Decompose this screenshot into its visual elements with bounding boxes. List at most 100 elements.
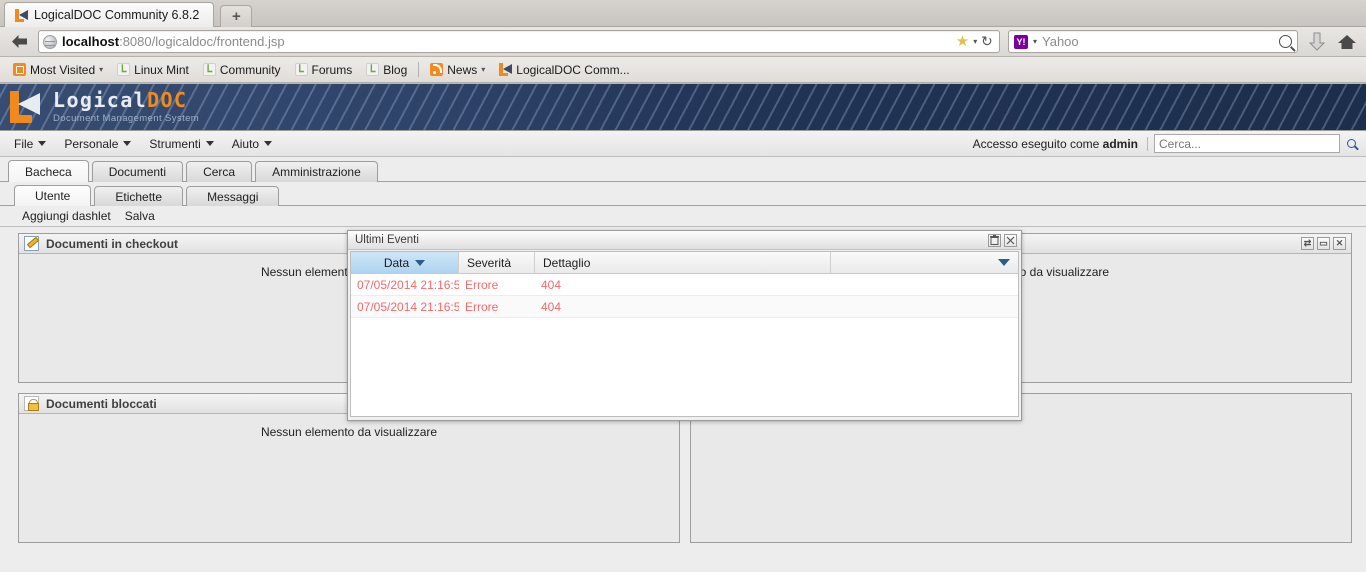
- table-row[interactable]: 07/05/2014 21:16:57 Errore 404: [351, 274, 1018, 296]
- bookmark-community[interactable]: Community: [196, 61, 288, 79]
- menu-strumenti[interactable]: Strumenti: [141, 134, 221, 154]
- tab-label: Documenti: [108, 165, 167, 179]
- address-bar[interactable]: localhost:8080/logicaldoc/frontend.jsp ★…: [38, 30, 1000, 53]
- tab-label: Cerca: [203, 165, 236, 179]
- menu-aiuto[interactable]: Aiuto: [224, 134, 280, 154]
- tab-etichette[interactable]: Etichette: [94, 186, 184, 206]
- close-glyph: [1006, 236, 1015, 244]
- chevron-down-icon: [205, 141, 214, 146]
- search-engine-chevron-icon[interactable]: ▾: [1033, 37, 1037, 46]
- browser-chrome: LogicalDOC Community 6.8.2 + localhost:8…: [0, 0, 1366, 83]
- tab-label: Etichette: [115, 189, 163, 204]
- close-icon[interactable]: ✕: [1333, 237, 1346, 250]
- table-row[interactable]: 07/05/2014 21:16:57 Errore 404: [351, 296, 1018, 318]
- bookmarks-bar: Most Visited ▾ Linux Mint Community Foru…: [0, 57, 1366, 83]
- bookmark-label: News: [447, 62, 478, 77]
- tab-cerca[interactable]: Cerca: [186, 161, 253, 182]
- tab-messaggi[interactable]: Messaggi: [186, 186, 280, 206]
- menu-label: File: [14, 136, 34, 151]
- browser-navbar: localhost:8080/logicaldoc/frontend.jsp ★…: [0, 27, 1366, 57]
- menu-personale[interactable]: Personale: [56, 134, 139, 154]
- tab-bacheca[interactable]: Bacheca: [8, 160, 89, 182]
- column-header-dettaglio[interactable]: Dettaglio: [535, 252, 831, 273]
- dashlet-tools: ⇄ ▭ ✕: [1301, 237, 1346, 250]
- menu-label: Aiuto: [231, 136, 260, 151]
- browser-tab-strip: LogicalDOC Community 6.8.2 +: [0, 0, 1366, 27]
- logicaldoc-icon: [15, 8, 28, 22]
- chevron-down-icon: ▾: [481, 65, 486, 74]
- bookmark-label: Linux Mint: [134, 62, 189, 77]
- tab-utente[interactable]: Utente: [14, 185, 92, 206]
- add-dashlet-button[interactable]: Aggiungi dashlet: [22, 209, 111, 223]
- download-arrow-icon: [1308, 32, 1326, 51]
- menu-file[interactable]: File: [6, 134, 54, 154]
- chevron-down-icon: [123, 141, 132, 146]
- refresh-icon[interactable]: ⇄: [1301, 237, 1314, 250]
- chevron-down-icon[interactable]: [998, 259, 1010, 266]
- main-tabs: Bacheca Documenti Cerca Amministrazione: [0, 157, 1366, 182]
- yahoo-icon[interactable]: Y!: [1014, 34, 1028, 49]
- dashlet-title: Documenti in checkout: [46, 236, 179, 251]
- menu-label: Strumenti: [149, 136, 201, 151]
- app-search-input[interactable]: Cerca...: [1154, 134, 1340, 153]
- address-bar-text: localhost:8080/logicaldoc/frontend.jsp: [62, 34, 285, 49]
- app-menubar: File Personale Strumenti Aiuto Accesso e…: [0, 131, 1366, 157]
- window-title-bar[interactable]: Ultimi Eventi: [348, 231, 1021, 250]
- cell-data: 07/05/2014 21:16:57: [357, 299, 459, 314]
- trash-glyph: [990, 235, 999, 245]
- events-grid: Data Severità Dettaglio 07/05/2014 21:16…: [350, 251, 1019, 417]
- new-tab-button[interactable]: +: [220, 5, 253, 27]
- minimize-icon[interactable]: ▭: [1317, 237, 1330, 250]
- linux-mint-icon: [366, 63, 380, 76]
- sort-descending-icon: [415, 259, 426, 266]
- logicaldoc-icon: [499, 63, 513, 76]
- ultimi-eventi-window[interactable]: Ultimi Eventi Data Severità Dettaglio 07…: [347, 230, 1022, 421]
- home-button[interactable]: [1336, 33, 1358, 51]
- back-button[interactable]: [8, 31, 30, 53]
- column-header-severita[interactable]: Severità: [459, 252, 535, 273]
- search-icon: [1346, 139, 1356, 148]
- bookmark-label: Community: [219, 62, 281, 77]
- chevron-down-icon: ▾: [99, 65, 104, 74]
- reload-icon[interactable]: ↺: [981, 33, 993, 50]
- tab-label: Amministrazione: [272, 165, 361, 179]
- linux-mint-icon: [202, 63, 216, 76]
- dashlet-body: Nessun elemento da visualizzare: [19, 414, 679, 542]
- globe-icon: [43, 34, 57, 49]
- downloads-button[interactable]: [1306, 32, 1328, 52]
- most-visited-icon: [13, 63, 26, 76]
- bookmark-most-visited[interactable]: Most Visited ▾: [6, 61, 110, 79]
- bookmark-news[interactable]: News ▾: [423, 61, 492, 79]
- column-label: Data: [383, 255, 410, 270]
- rss-icon: [430, 63, 444, 76]
- column-header-data[interactable]: Data: [351, 252, 459, 273]
- tab-amministrazione[interactable]: Amministrazione: [255, 161, 378, 182]
- tab-documenti[interactable]: Documenti: [91, 161, 184, 182]
- app-search-button[interactable]: [1342, 139, 1360, 148]
- chevron-down-icon[interactable]: ▾: [973, 37, 977, 46]
- logo-text-main: Logical: [53, 88, 148, 113]
- linux-mint-icon: [117, 63, 131, 76]
- browser-search-box[interactable]: Y! ▾ Yahoo: [1008, 30, 1298, 53]
- window-controls: [988, 233, 1017, 247]
- logo-text-accent: DOC: [147, 88, 188, 113]
- cell-severita: Errore: [465, 299, 499, 314]
- bookmark-forums[interactable]: Forums: [288, 61, 360, 79]
- browser-tab[interactable]: LogicalDOC Community 6.8.2: [4, 2, 215, 27]
- bookmark-logicaldoc[interactable]: LogicalDOC Comm...: [492, 61, 636, 79]
- delete-icon[interactable]: [988, 233, 1001, 247]
- app-logo-tagline: Document Management System: [53, 113, 200, 125]
- chevron-down-icon: [264, 141, 273, 146]
- bookmark-blog[interactable]: Blog: [359, 61, 414, 79]
- bookmark-star-icon[interactable]: ★: [956, 34, 969, 49]
- save-button[interactable]: Salva: [125, 209, 155, 223]
- url-path: :8080/logicaldoc/frontend.jsp: [119, 34, 285, 49]
- tab-label: Bacheca: [25, 164, 72, 179]
- browser-tab-title: LogicalDOC Community 6.8.2: [34, 8, 200, 22]
- events-grid-header: Data Severità Dettaglio: [351, 252, 1018, 274]
- linux-mint-icon: [294, 63, 308, 76]
- logicaldoc-logo-icon: [10, 91, 44, 123]
- bookmark-linux-mint[interactable]: Linux Mint: [110, 61, 196, 79]
- search-icon[interactable]: [1279, 35, 1292, 48]
- close-icon[interactable]: [1004, 233, 1017, 247]
